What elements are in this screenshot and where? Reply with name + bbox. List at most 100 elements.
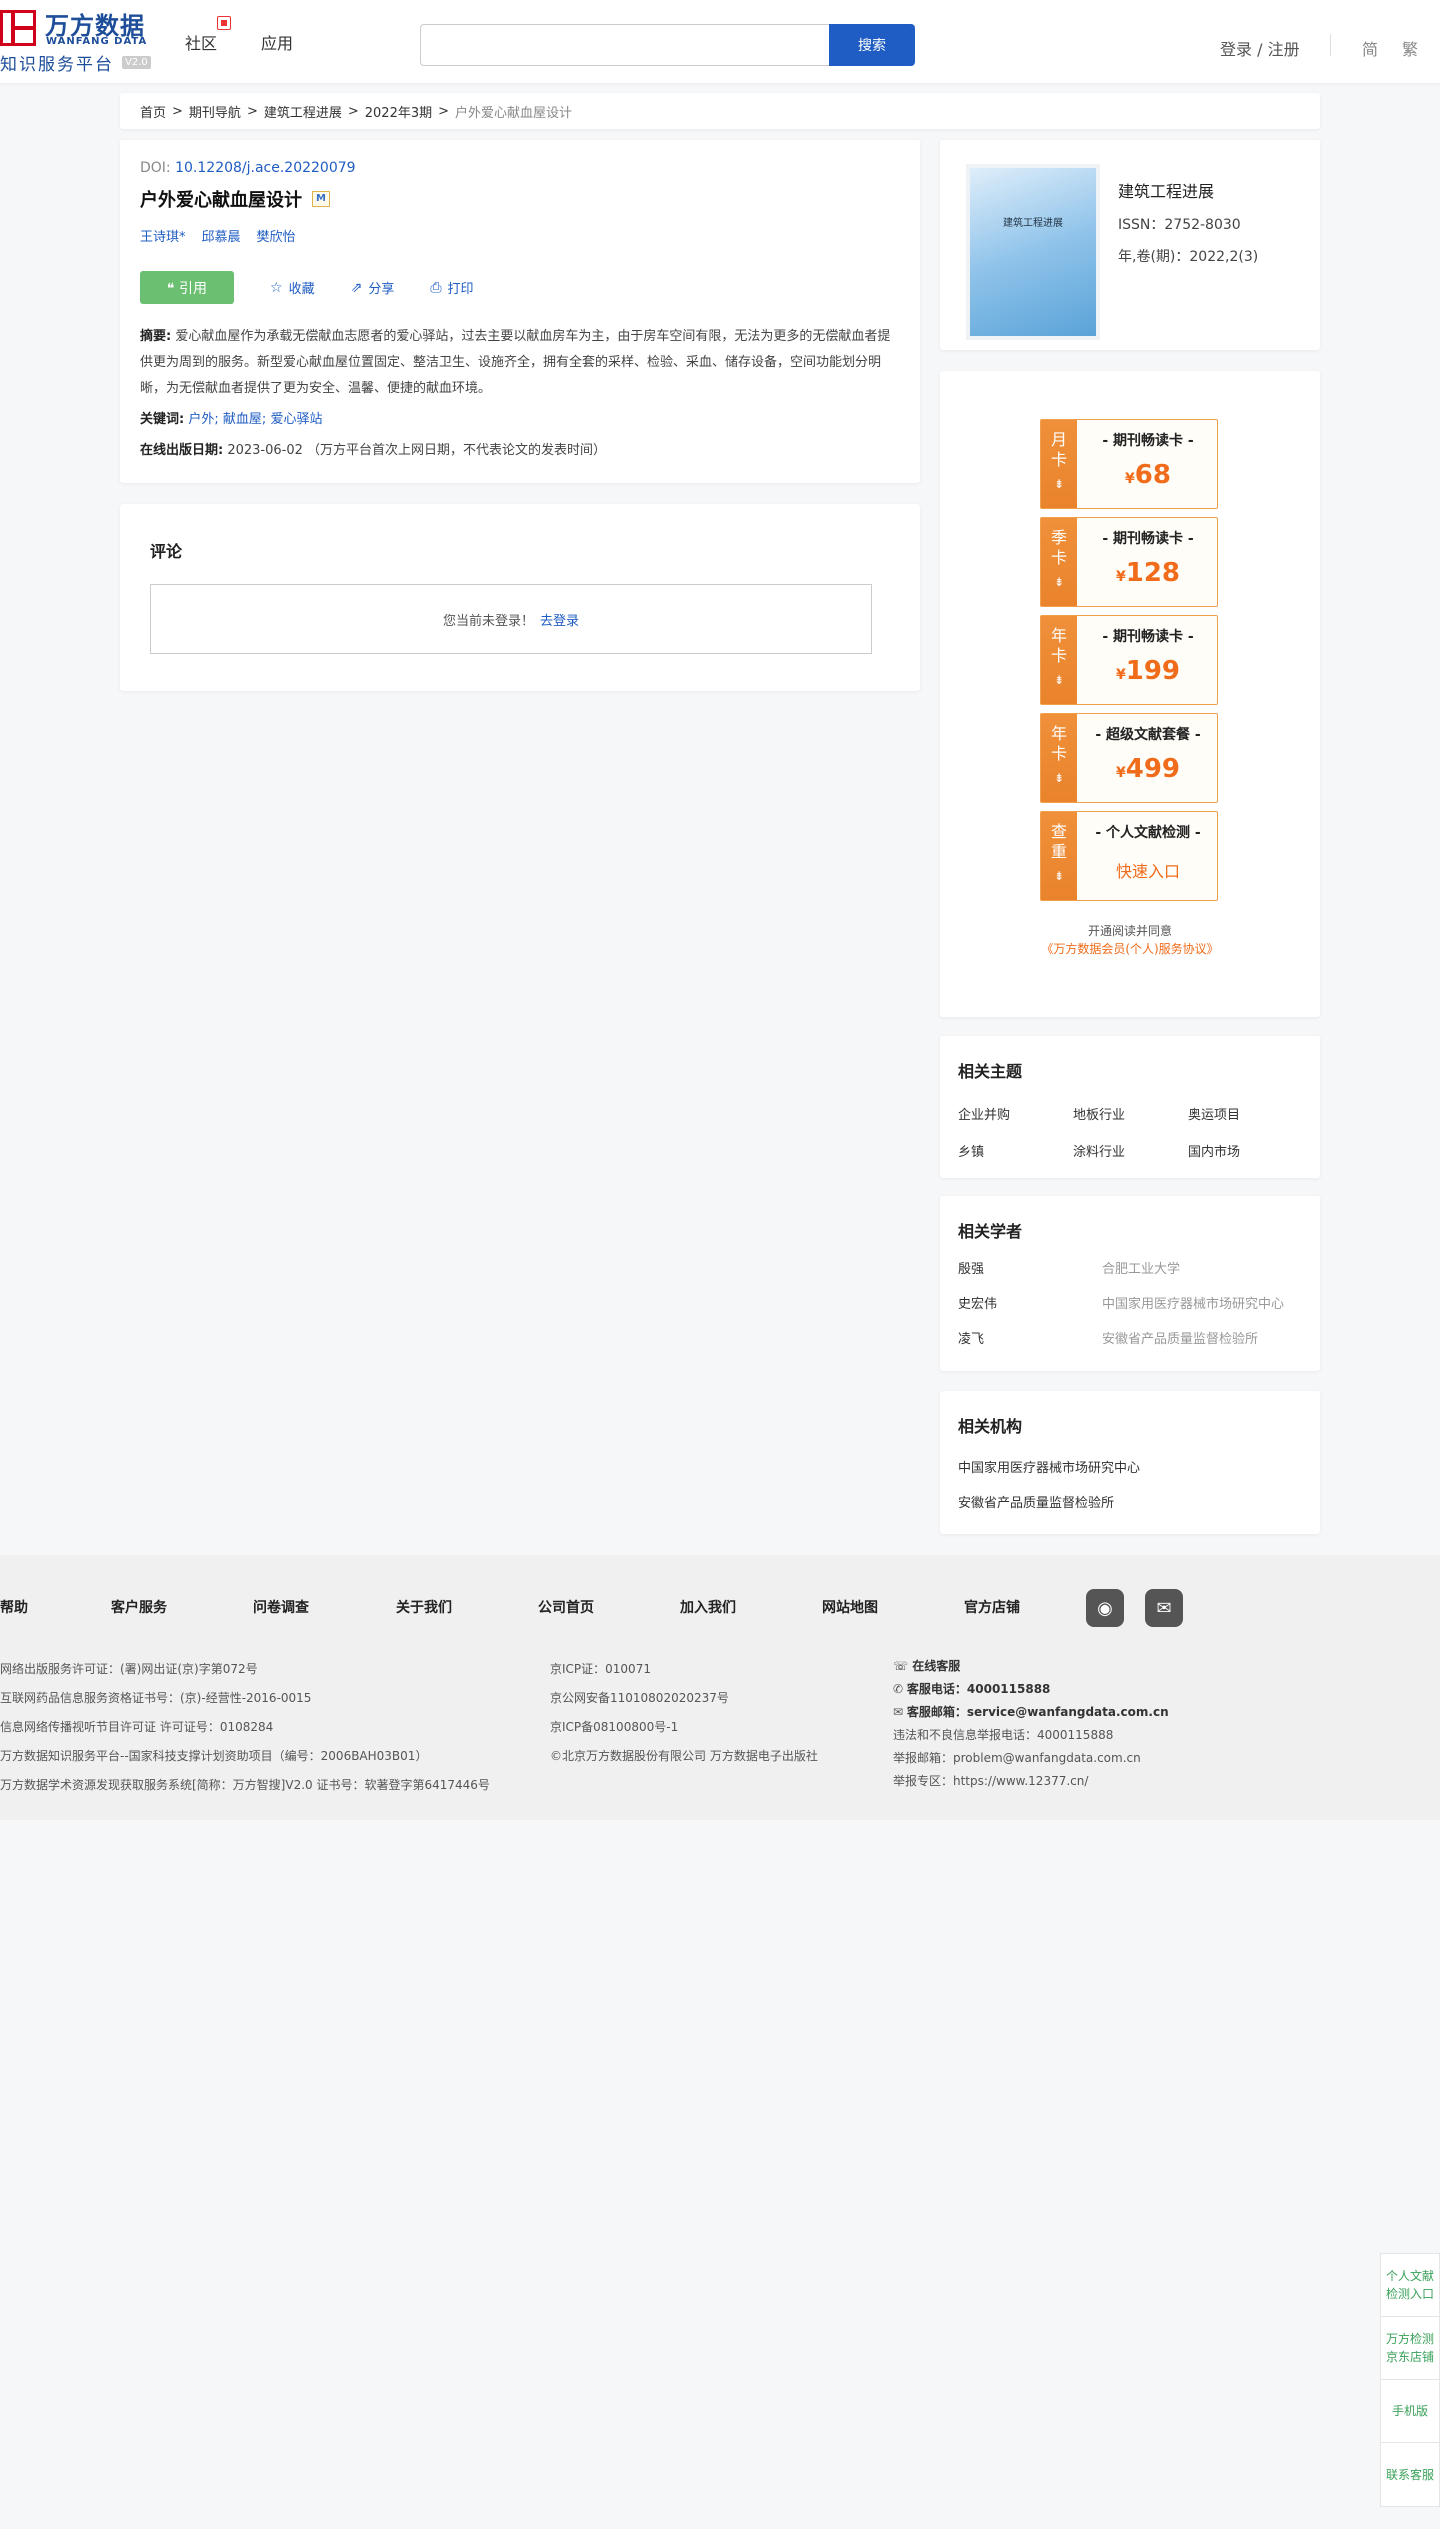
footer-license-line: 网络出版服务许可证：(署)网出证(京)字第072号	[0, 1662, 258, 1676]
topic-link[interactable]: 乡镇	[958, 1141, 1073, 1160]
logo-platform-name: 知识服务平台	[0, 55, 114, 75]
footer-link-survey[interactable]: 问卷调查	[253, 1597, 309, 1617]
phone-icon: ✆	[893, 1682, 907, 1696]
share-icon: ⇗	[350, 279, 363, 296]
membership-side: 查 重 ⇟	[1041, 812, 1077, 900]
author-link[interactable]: 邱慕晨	[202, 226, 241, 245]
scholar-row: 凌飞 安徽省产品质量监督检验所	[958, 1328, 1302, 1347]
breadcrumb-issue[interactable]: 2022年3期	[365, 102, 432, 121]
keyword-link[interactable]: 爱心驿站	[270, 412, 322, 427]
org-link[interactable]: 安徽省产品质量监督检验所	[958, 1492, 1302, 1511]
side-mobile-version[interactable]: 手机版	[1381, 2380, 1439, 2443]
price-value: 128	[1125, 558, 1181, 588]
topic-link[interactable]: 企业并购	[958, 1104, 1073, 1123]
membership-option-super-package[interactable]: 年 卡 ⇟ - 超级文献套餐 - ¥499	[1040, 713, 1218, 803]
keyword-link[interactable]: 献血屋	[223, 412, 262, 427]
favorite-button[interactable]: ☆ 收藏	[270, 278, 315, 298]
comment-box: 您当前未登录！ 去登录	[150, 584, 872, 654]
doi-link[interactable]: 10.12208/j.ace.20220079	[175, 160, 355, 176]
topic-link[interactable]: 国内市场	[1188, 1141, 1303, 1160]
keyword-link[interactable]: 户外	[188, 412, 214, 427]
footer-icp-line: 京ICP证：010071	[550, 1662, 651, 1676]
currency: ¥	[1115, 667, 1126, 683]
footer-link-company-home[interactable]: 公司首页	[538, 1597, 594, 1617]
scholar-name[interactable]: 史宏伟	[958, 1293, 1102, 1312]
wanfang-logo[interactable]: 万方数据 WANFANG DATA 知识服务平台 V2.0	[0, 6, 160, 75]
scholar-institution: 合肥工业大学	[1102, 1262, 1181, 1277]
breadcrumb-separator: >	[347, 103, 359, 119]
journal-cover[interactable]: 建筑工程进展	[970, 168, 1096, 336]
membership-option-plagiarism-check[interactable]: 查 重 ⇟ - 个人文献检测 - 快速入口	[1040, 811, 1218, 901]
service-phone: ✆ 客服电话：4000115888	[893, 1678, 1169, 1701]
side-personal-check[interactable]: 个人文献检测入口	[1381, 2254, 1439, 2317]
scholar-institution: 中国家用医疗器械市场研究中心	[1102, 1297, 1285, 1312]
membership-option-monthly[interactable]: 月 卡 ⇟ - 期刊畅读卡 - ¥68	[1040, 419, 1218, 509]
print-button[interactable]: ⎙ 打印	[430, 278, 473, 298]
doi-line: DOI: 10.12208/j.ace.20220079	[140, 160, 900, 176]
currency: ¥	[1115, 569, 1126, 585]
wechat-icon[interactable]: ✉	[1145, 1589, 1183, 1627]
footer-link-about[interactable]: 关于我们	[396, 1597, 452, 1617]
side-char: 年	[1050, 626, 1067, 645]
price-value: 68	[1134, 460, 1171, 490]
membership-title: - 个人文献检测 -	[1095, 825, 1201, 841]
double-chevron-down-icon: ⇟	[1053, 869, 1065, 883]
star-icon: ☆	[270, 279, 283, 296]
scholar-institution: 安徽省产品质量监督检验所	[1102, 1332, 1259, 1347]
nav-community[interactable]: 社区	[185, 30, 217, 54]
email-label: 客服邮箱：	[906, 1705, 967, 1719]
author-link[interactable]: 樊欣怡	[257, 226, 296, 245]
membership-option-yearly[interactable]: 年 卡 ⇟ - 期刊畅读卡 - ¥199	[1040, 615, 1218, 705]
search-input[interactable]	[420, 24, 830, 66]
nav-apps[interactable]: 应用	[261, 30, 293, 54]
search-button[interactable]: 搜索	[829, 24, 915, 66]
breadcrumb-journal[interactable]: 建筑工程进展	[264, 102, 342, 121]
go-login-link[interactable]: 去登录	[540, 610, 579, 629]
online-service-link[interactable]: ☏ 在线客服	[893, 1655, 1169, 1678]
topic-link[interactable]: 涂料行业	[1073, 1141, 1188, 1160]
org-link[interactable]: 中国家用医疗器械市场研究中心	[958, 1457, 1302, 1476]
side-jd-store[interactable]: 万方检测京东店铺	[1381, 2317, 1439, 2380]
side-contact-service[interactable]: 联系客服	[1381, 2443, 1439, 2506]
email-value: service@wanfangdata.com.cn	[966, 1705, 1169, 1719]
footer-link-official-store[interactable]: 官方店铺	[964, 1597, 1020, 1617]
author-list: 王诗琪* 邱慕晨 樊欣怡	[140, 226, 900, 245]
article-card: DOI: 10.12208/j.ace.20220079 户外爱心献血屋设计 M…	[120, 140, 920, 483]
journal-issn: ISSN：2752-8030	[1118, 217, 1241, 233]
author-link[interactable]: 王诗琪*	[140, 226, 186, 245]
footer-link-sitemap[interactable]: 网站地图	[822, 1597, 878, 1617]
agree-text: 开通阅读并同意	[1087, 924, 1172, 938]
membership-side: 年 卡 ⇟	[1041, 714, 1077, 802]
topic-link[interactable]: 奥运项目	[1188, 1104, 1303, 1123]
article-title-row: 户外爱心献血屋设计 M	[140, 186, 900, 212]
printer-icon: ⎙	[430, 279, 442, 296]
breadcrumb-home[interactable]: 首页	[140, 102, 166, 121]
breadcrumb-journal-nav[interactable]: 期刊导航	[189, 102, 241, 121]
footer-link-join-us[interactable]: 加入我们	[680, 1597, 736, 1617]
phone-label: 客服电话：	[906, 1682, 967, 1696]
footer-link-customer-service[interactable]: 客户服务	[111, 1597, 167, 1617]
membership-option-quarterly[interactable]: 季 卡 ⇟ - 期刊畅读卡 - ¥128	[1040, 517, 1218, 607]
service-agreement-link[interactable]: 《万方数据会员(个人)服务协议》	[940, 940, 1320, 957]
not-logged-text: 您当前未登录！	[442, 613, 534, 629]
keyword-separator: ;	[261, 412, 267, 427]
lang-simplified[interactable]: 简	[1362, 36, 1378, 60]
topic-link[interactable]: 地板行业	[1073, 1104, 1188, 1123]
article-actions: ❝ 引用 ☆ 收藏 ⇗ 分享 ⎙ 打印	[140, 271, 900, 304]
side-char: 卡	[1050, 646, 1067, 665]
logo-subtitle-en: WANFANG DATA	[46, 36, 148, 47]
pubdate-value: 2023-06-02	[227, 443, 303, 458]
login-register-link[interactable]: 登录 / 注册	[1220, 36, 1300, 60]
scholar-name[interactable]: 殷强	[958, 1258, 1102, 1277]
share-button[interactable]: ⇗ 分享	[350, 278, 395, 298]
comments-title: 评论	[150, 542, 183, 561]
footer-link-help[interactable]: 帮助	[0, 1597, 28, 1617]
journal-name[interactable]: 建筑工程进展	[1118, 178, 1214, 202]
cite-button[interactable]: ❝ 引用	[140, 271, 234, 304]
scholar-name[interactable]: 凌飞	[958, 1328, 1102, 1347]
keyword-separator: ;	[214, 412, 219, 427]
lang-traditional[interactable]: 繁	[1402, 36, 1418, 60]
topic-grid: 企业并购 地板行业 奥运项目 乡镇 涂料行业 国内市场	[958, 1104, 1302, 1160]
double-chevron-down-icon: ⇟	[1053, 477, 1065, 491]
weibo-icon[interactable]: ◉	[1086, 1589, 1124, 1627]
